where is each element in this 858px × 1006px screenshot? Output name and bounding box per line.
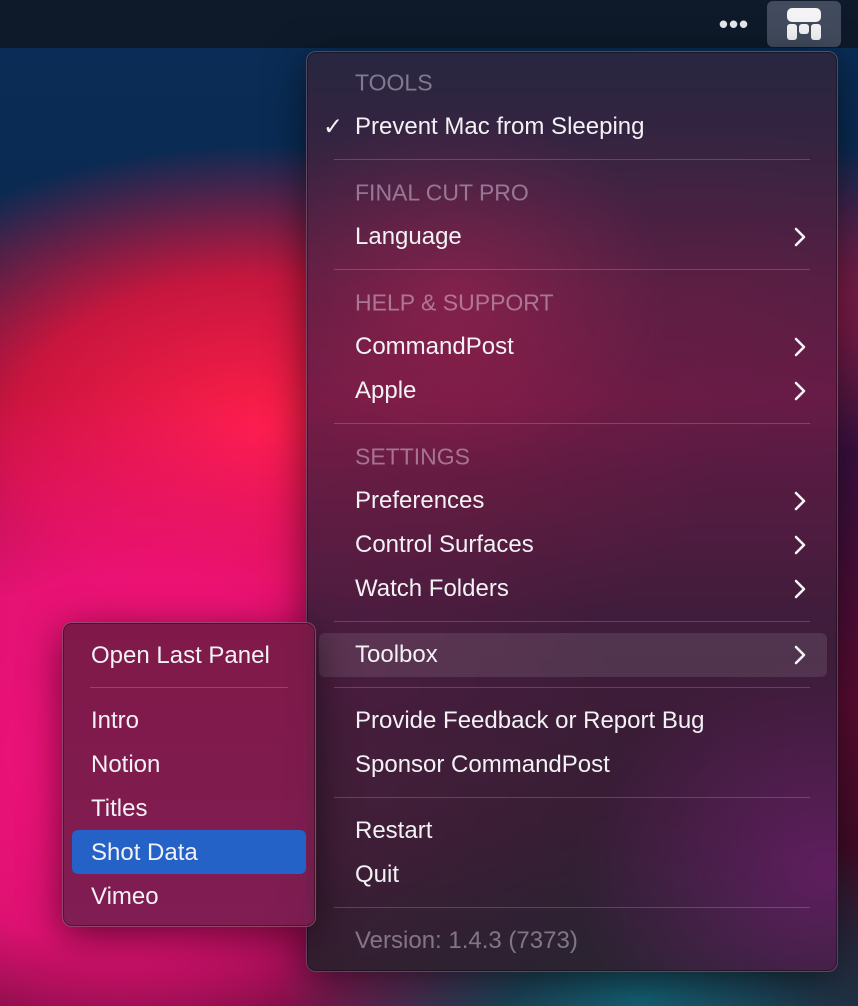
- menu-item-toolbox[interactable]: Toolbox: [307, 633, 837, 677]
- chevron-right-icon: [794, 579, 806, 599]
- submenu-item-open-last-panel[interactable]: Open Last Panel: [63, 634, 315, 678]
- menu-item-restart[interactable]: Restart: [307, 809, 837, 853]
- menu-item-apple[interactable]: Apple: [307, 369, 837, 413]
- chevron-right-icon: [794, 381, 806, 401]
- separator: [334, 159, 810, 160]
- menu-bar: •••: [0, 0, 858, 48]
- menu-item-label: Intro: [91, 707, 140, 734]
- menu-item-label: Watch Folders: [355, 575, 509, 602]
- separator: [334, 621, 810, 622]
- submenu-item-notion[interactable]: Notion: [63, 743, 315, 787]
- menu-item-label: Language: [355, 223, 462, 250]
- submenu-item-vimeo[interactable]: Vimeo: [63, 875, 315, 919]
- menu-item-preferences[interactable]: Preferences: [307, 479, 837, 523]
- menu-item-label: Shot Data: [91, 839, 198, 866]
- menu-item-provide-feedback[interactable]: Provide Feedback or Report Bug: [307, 699, 837, 743]
- separator: [334, 797, 810, 798]
- menu-item-label: Toolbox: [355, 641, 438, 668]
- separator: [334, 423, 810, 424]
- menu-item-label: Vimeo: [91, 883, 159, 910]
- settings-header: SETTINGS: [307, 435, 837, 479]
- menu-item-language[interactable]: Language: [307, 215, 837, 259]
- menu-item-watch-folders[interactable]: Watch Folders: [307, 567, 837, 611]
- chevron-right-icon: [794, 491, 806, 511]
- menu-item-control-surfaces[interactable]: Control Surfaces: [307, 523, 837, 567]
- menu-item-label: Provide Feedback or Report Bug: [355, 707, 705, 734]
- separator: [90, 687, 288, 688]
- section-header-label: FINAL CUT PRO: [355, 179, 529, 206]
- submenu-item-titles[interactable]: Titles: [63, 787, 315, 831]
- commandpost-menu: TOOLS ✓ Prevent Mac from Sleeping FINAL …: [306, 51, 838, 972]
- menu-item-label: Control Surfaces: [355, 531, 534, 558]
- menu-item-label: Apple: [355, 377, 417, 404]
- help-support-header: HELP & SUPPORT: [307, 281, 837, 325]
- chevron-right-icon: [794, 337, 806, 357]
- menu-item-label: Notion: [91, 751, 161, 778]
- menu-item-label: Quit: [355, 861, 400, 888]
- final-cut-pro-header: FINAL CUT PRO: [307, 171, 837, 215]
- menu-item-label: Restart: [355, 817, 433, 844]
- menu-item-label: Sponsor CommandPost: [355, 751, 610, 778]
- section-header-label: HELP & SUPPORT: [355, 289, 554, 316]
- menu-item-label: Titles: [91, 795, 148, 822]
- separator: [334, 269, 810, 270]
- separator: [334, 907, 810, 908]
- menu-item-commandpost[interactable]: CommandPost: [307, 325, 837, 369]
- checkmark-icon: ✓: [323, 113, 344, 141]
- version-info: Version: 1.4.3 (7373): [307, 919, 837, 963]
- menu-item-quit[interactable]: Quit: [307, 853, 837, 897]
- separator: [334, 687, 810, 688]
- menu-item-sponsor[interactable]: Sponsor CommandPost: [307, 743, 837, 787]
- commandpost-status-icon[interactable]: [767, 1, 841, 47]
- section-header-label: SETTINGS: [355, 443, 471, 470]
- tools-header: TOOLS: [307, 61, 837, 105]
- chevron-right-icon: [794, 227, 806, 247]
- commandpost-icon: [787, 8, 821, 40]
- section-header-label: TOOLS: [355, 69, 433, 96]
- chevron-right-icon: [794, 645, 806, 665]
- chevron-right-icon: [794, 535, 806, 555]
- submenu-item-shot-data[interactable]: Shot Data: [63, 831, 315, 875]
- menu-item-label: Preferences: [355, 487, 485, 514]
- more-icon[interactable]: •••: [712, 6, 756, 42]
- toolbox-submenu: Open Last Panel Intro Notion Titles Shot…: [62, 622, 316, 927]
- version-label: Version: 1.4.3 (7373): [355, 927, 578, 954]
- menu-item-label: Open Last Panel: [91, 642, 270, 669]
- menu-item-label: Prevent Mac from Sleeping: [355, 113, 645, 140]
- menu-item-prevent-sleep[interactable]: ✓ Prevent Mac from Sleeping: [307, 105, 837, 149]
- submenu-item-intro[interactable]: Intro: [63, 699, 315, 743]
- menu-item-label: CommandPost: [355, 333, 514, 360]
